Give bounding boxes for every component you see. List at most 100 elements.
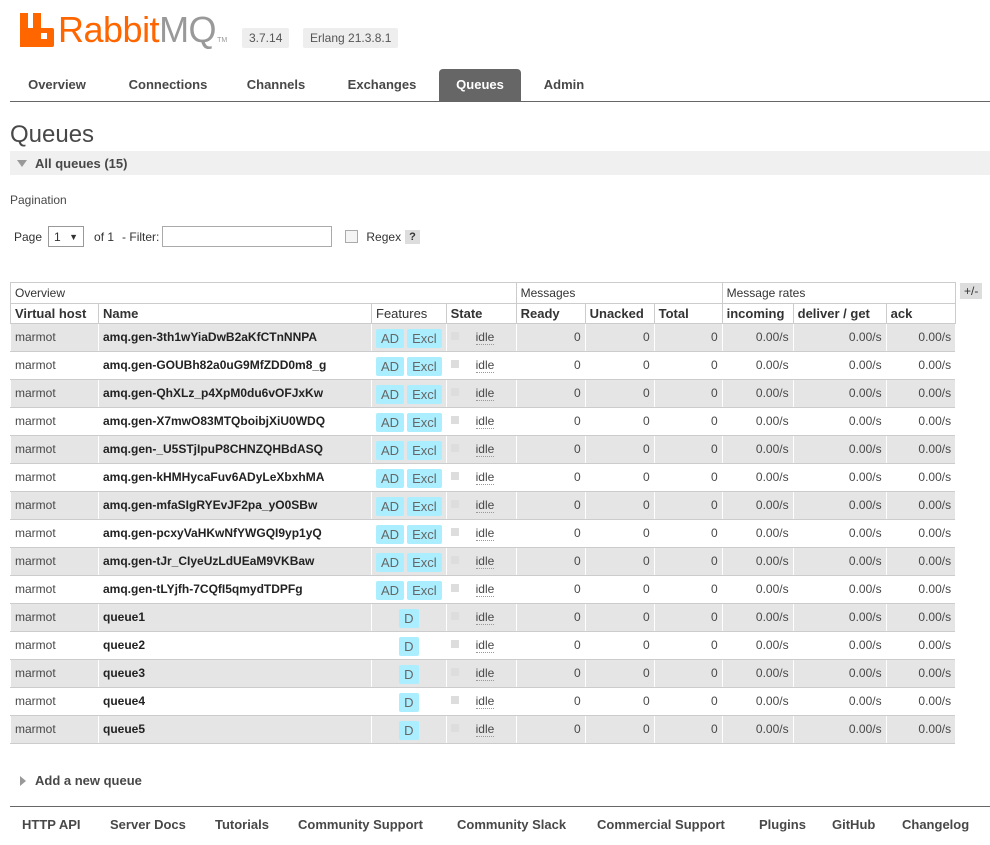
state-label[interactable]: idle	[475, 694, 495, 709]
state-label[interactable]: idle	[475, 722, 495, 737]
cell-unacked: 0	[584, 491, 655, 520]
queue-name-link[interactable]: amq.gen-3th1wYiaDwB2aKfCTnNNPA	[98, 323, 372, 352]
cell-features: AD Excl	[371, 351, 447, 380]
columns-toggle-button[interactable]: +/-	[960, 283, 983, 299]
footer-link-community-slack[interactable]: Community Slack	[457, 817, 566, 832]
cell-total: 0	[653, 407, 723, 436]
cell-vhost: marmot	[10, 603, 99, 632]
state-label[interactable]: idle	[475, 330, 495, 345]
queue-name-link[interactable]: amq.gen-_U5STjIpuP8CHNZQHBdASQ	[98, 435, 372, 464]
all-queues-section-toggle[interactable]: All queues (15)	[10, 151, 990, 175]
tab-connections[interactable]: Connections	[114, 69, 222, 101]
cell-state: idle	[445, 519, 517, 548]
state-label[interactable]: idle	[475, 526, 495, 541]
tab-channels[interactable]: Channels	[234, 69, 318, 101]
regex-help-button[interactable]: ?	[405, 229, 420, 244]
add-queue-toggle[interactable]: Add a new queue	[20, 773, 142, 788]
queue-name-link[interactable]: amq.gen-tJr_CIyeUzLdUEaM9VKBaw	[98, 547, 372, 576]
tab-queues[interactable]: Queues	[439, 69, 521, 101]
cell-deliver-get: 0.00/s	[792, 323, 887, 352]
cell-total: 0	[653, 659, 723, 688]
footer-link-commercial-support[interactable]: Commercial Support	[597, 817, 725, 832]
footer-link-http-api[interactable]: HTTP API	[22, 817, 81, 832]
queue-name-link[interactable]: amq.gen-X7mwO83MTQboibjXiU0WDQ	[98, 407, 372, 436]
col-unacked[interactable]: Unacked	[584, 303, 655, 324]
queue-name-link[interactable]: amq.gen-QhXLz_p4XpM0du6vOFJxKw	[98, 379, 372, 408]
cell-ack: 0.00/s	[885, 491, 956, 520]
state-label[interactable]: idle	[475, 386, 495, 401]
queue-name-link[interactable]: queue5	[98, 715, 372, 744]
queue-name-link[interactable]: amq.gen-GOUBh82a0uG9MfZDD0m8_g	[98, 351, 372, 380]
queue-name-link[interactable]: queue2	[98, 631, 372, 660]
section-title: All queues (15)	[35, 155, 128, 171]
feature-badge-excl: Excl	[407, 553, 442, 572]
filter-input[interactable]	[162, 226, 333, 247]
cell-state: idle	[445, 603, 517, 632]
queues-table-body: marmot amq.gen-3th1wYiaDwB2aKfCTnNNPA AD Ex…	[10, 323, 956, 744]
tab-overview[interactable]: Overview	[10, 69, 104, 101]
col-ack[interactable]: ack	[885, 303, 956, 324]
footer-link-plugins[interactable]: Plugins	[759, 817, 806, 832]
cell-incoming: 0.00/s	[721, 379, 794, 408]
cell-deliver-get: 0.00/s	[792, 603, 887, 632]
cell-total: 0	[653, 491, 723, 520]
state-label[interactable]: idle	[475, 442, 495, 457]
col-name[interactable]: Name	[98, 303, 372, 324]
cell-deliver-get: 0.00/s	[792, 379, 887, 408]
tab-exchanges[interactable]: Exchanges	[336, 69, 428, 101]
tab-admin[interactable]: Admin	[534, 69, 594, 101]
state-label[interactable]: idle	[475, 554, 495, 569]
feature-badge-excl: Excl	[407, 581, 442, 600]
footer-link-server-docs[interactable]: Server Docs	[110, 817, 186, 832]
queue-name-link[interactable]: queue3	[98, 659, 372, 688]
cell-ready: 0	[515, 463, 586, 492]
queue-name-link[interactable]: amq.gen-pcxyVaHKwNfYWGQI9yp1yQ	[98, 519, 372, 548]
cell-features: D	[371, 687, 447, 716]
col-total[interactable]: Total	[653, 303, 723, 324]
group-overview: Overview	[10, 282, 517, 304]
state-label[interactable]: idle	[475, 638, 495, 653]
col-deliver-get[interactable]: deliver / get	[792, 303, 887, 324]
col-virtual-host[interactable]: Virtual host	[10, 303, 99, 324]
cell-features: AD Excl	[371, 519, 447, 548]
queue-name-link[interactable]: amq.gen-mfaSIgRYEvJF2pa_yO0SBw	[98, 491, 372, 520]
queue-name-link[interactable]: queue4	[98, 687, 372, 716]
footer-link-changelog[interactable]: Changelog	[902, 817, 969, 832]
feature-badge-excl: Excl	[407, 385, 442, 404]
queue-name-link[interactable]: queue1	[98, 603, 372, 632]
cell-unacked: 0	[584, 547, 655, 576]
cell-ack: 0.00/s	[885, 603, 956, 632]
state-label[interactable]: idle	[475, 666, 495, 681]
feature-badge-excl: Excl	[407, 525, 442, 544]
cell-total: 0	[653, 351, 723, 380]
col-state[interactable]: State	[445, 303, 517, 324]
state-label[interactable]: idle	[475, 414, 495, 429]
col-incoming[interactable]: incoming	[721, 303, 794, 324]
footer-link-tutorials[interactable]: Tutorials	[215, 817, 269, 832]
col-ready[interactable]: Ready	[515, 303, 586, 324]
logo-trademark: TM	[217, 37, 228, 44]
cell-unacked: 0	[584, 435, 655, 464]
regex-checkbox[interactable]	[345, 230, 359, 243]
queue-name-link[interactable]: amq.gen-kHMHycaFuv6ADyLeXbxhMA	[98, 463, 372, 492]
rabbitmq-logo[interactable]: RabbitMQ TM	[20, 12, 227, 48]
state-label[interactable]: idle	[475, 582, 495, 597]
cell-vhost: marmot	[10, 547, 99, 576]
cell-deliver-get: 0.00/s	[792, 519, 887, 548]
cell-total: 0	[653, 631, 723, 660]
footer-link-github[interactable]: GitHub	[832, 817, 875, 832]
state-label[interactable]: idle	[475, 470, 495, 485]
cell-state: idle	[445, 659, 517, 688]
footer-link-community-support[interactable]: Community Support	[298, 817, 423, 832]
feature-badge-d: D	[399, 637, 419, 656]
state-label[interactable]: idle	[475, 498, 495, 513]
feature-badge-d: D	[399, 609, 419, 628]
cell-vhost: marmot	[10, 715, 99, 744]
queue-name-link[interactable]: amq.gen-tLYjfh-7CQfI5qmydTDPFg	[98, 575, 372, 604]
cell-total: 0	[653, 547, 723, 576]
state-label[interactable]: idle	[475, 610, 495, 625]
page-select[interactable]: 1 ▼	[48, 226, 85, 247]
cell-unacked: 0	[584, 603, 655, 632]
cell-ack: 0.00/s	[885, 407, 956, 436]
state-label[interactable]: idle	[475, 358, 495, 373]
